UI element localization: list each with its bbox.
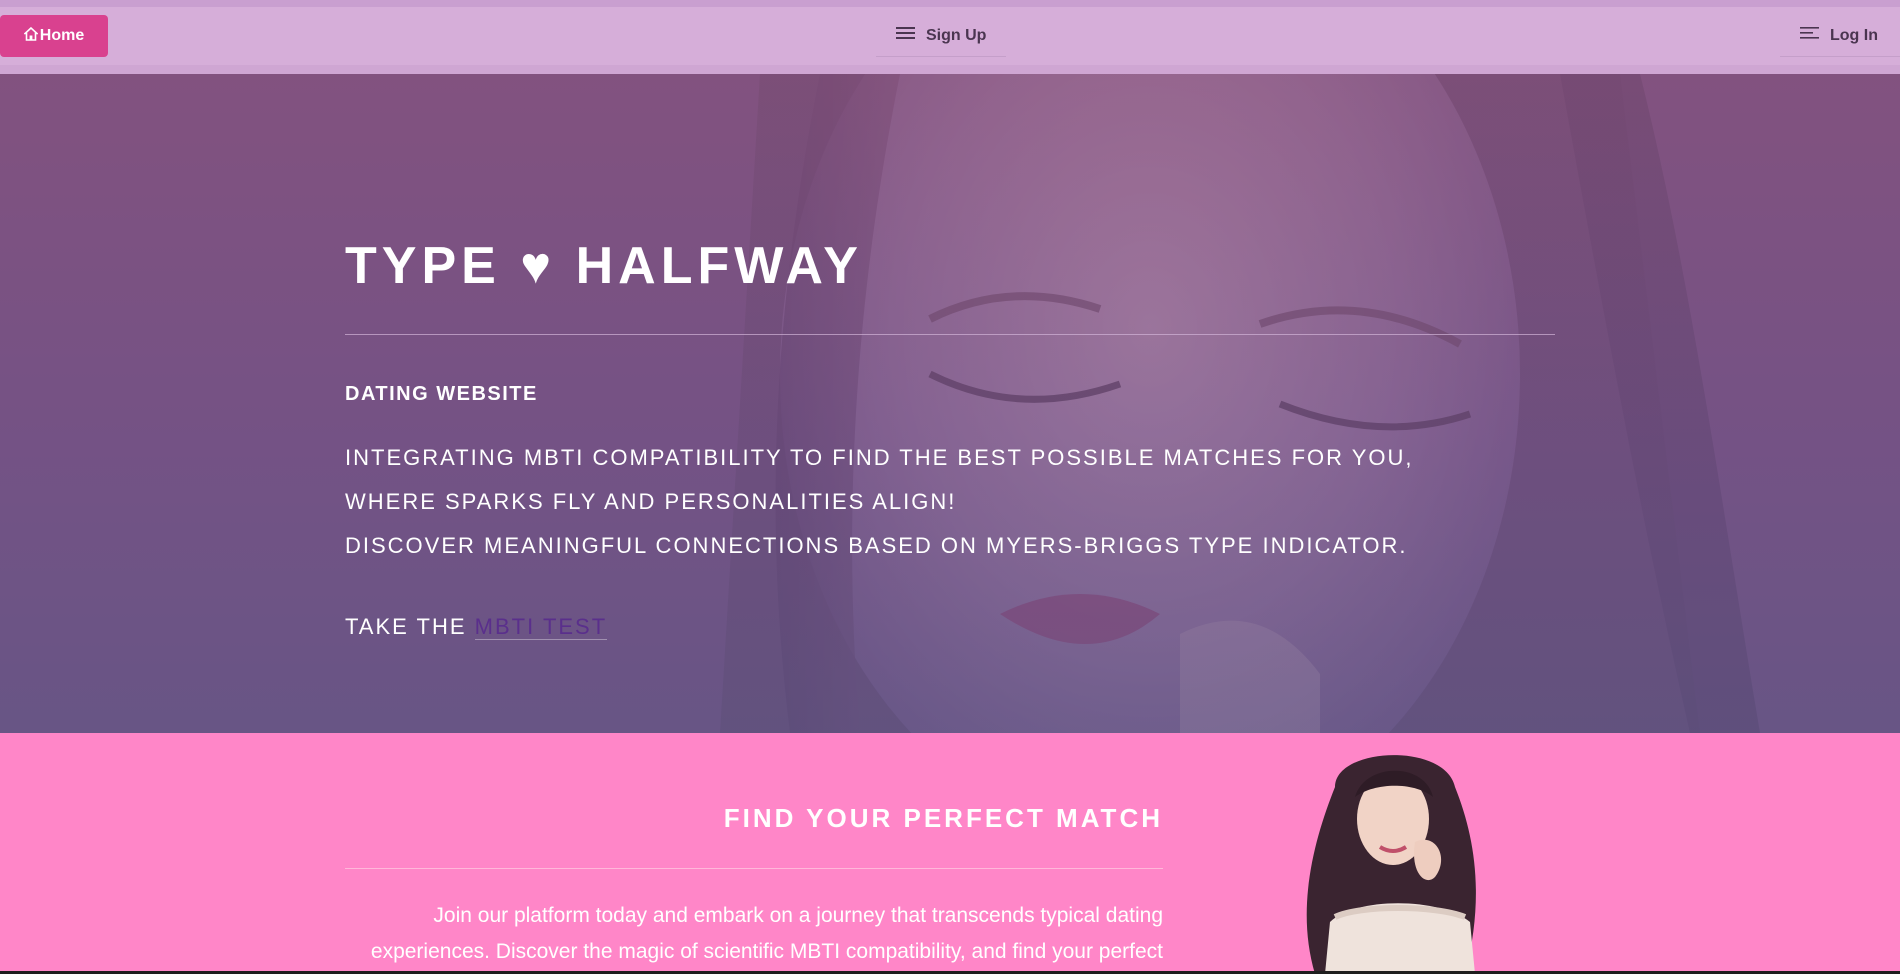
match-divider (345, 868, 1163, 869)
home-icon (22, 26, 39, 46)
hero-section: TYPE ♥ HALFWAY DATING WEBSITE INTEGRATIN… (0, 74, 1900, 733)
match-text-line-1: Join our platform today and embark on a … (433, 904, 1163, 927)
home-button-label: Home (39, 27, 85, 44)
login-label: Log In (1830, 26, 1878, 44)
match-section: FIND YOUR PERFECT MATCH Join our platfor… (0, 733, 1900, 974)
hero-line-2: WHERE SPARKS FLY AND PERSONALITIES ALIGN… (345, 489, 957, 514)
menu-lines-icon (1800, 25, 1820, 46)
cta-prefix: TAKE THE (345, 614, 467, 639)
model-photo (1306, 755, 1476, 974)
hero-line-3: DISCOVER MEANINGFUL CONNECTIONS BASED ON… (345, 533, 1408, 558)
match-text-line-2: experiences. Discover the magic of scien… (370, 940, 1163, 963)
signup-label: Sign Up (926, 26, 987, 44)
hero-line-1: INTEGRATING MBTI COMPATIBILITY TO FIND T… (345, 445, 1414, 470)
hero-divider (345, 334, 1555, 335)
hero-description: INTEGRATING MBTI COMPATIBILITY TO FIND T… (345, 436, 1414, 568)
mbti-cta: TAKE THE MBTI TEST (345, 614, 608, 640)
login-link[interactable]: Log In (1780, 15, 1900, 57)
hero-content: TYPE ♥ HALFWAY DATING WEBSITE INTEGRATIN… (345, 74, 1555, 733)
signup-link[interactable]: Sign Up (876, 15, 1007, 57)
top-strip (0, 0, 1900, 7)
menu-icon (896, 25, 916, 46)
home-button[interactable]: Home (0, 15, 108, 57)
mbti-test-link[interactable]: MBTI TEST (474, 614, 608, 640)
hero-subtitle: DATING WEBSITE (345, 383, 538, 405)
site-title: TYPE ♥ HALFWAY (345, 237, 863, 295)
navbar-divider (0, 65, 1900, 74)
match-title: FIND YOUR PERFECT MATCH (723, 803, 1163, 833)
match-description: Join our platform today and embark on a … (345, 898, 1163, 970)
